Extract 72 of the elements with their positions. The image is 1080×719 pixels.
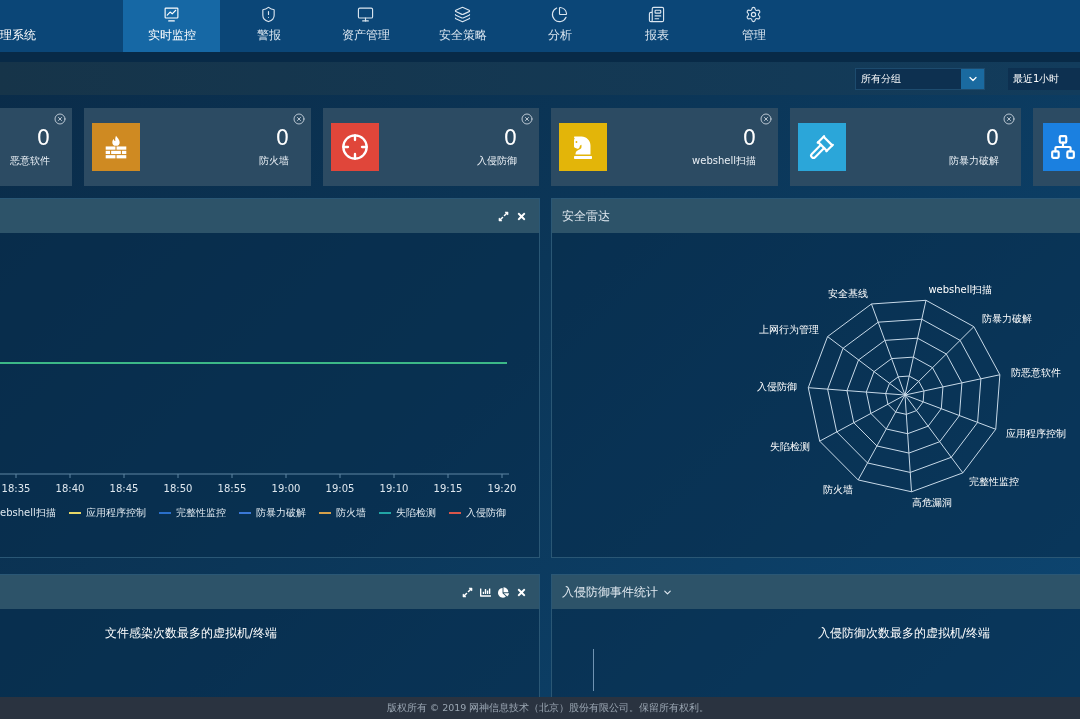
radar-axis-label: 上网行为管理 [758,324,819,336]
app-title: 理系统 [0,28,37,44]
nav-tab[interactable]: 资产管理 [317,0,414,52]
nav-tab[interactable]: 警报 [220,0,317,52]
close-icon[interactable] [1003,113,1015,125]
stat-value: 0 [742,127,756,149]
close-icon[interactable] [760,113,772,125]
line-chart-icon [163,6,180,23]
newspaper-icon [648,6,665,23]
radar-axis-label: 防恶意软件 [1010,366,1061,378]
stat-label: 防火墙 [259,155,289,167]
axis-tick-label: 18:55 [217,483,247,494]
time-range-select[interactable]: 最近1小时 [1008,67,1080,90]
group-select[interactable]: 所有分组 [855,67,985,90]
pie-chart-icon[interactable] [498,586,509,598]
nav-tab[interactable]: 管理 [705,0,802,52]
nav-tab[interactable]: 报表 [608,0,705,52]
nav-tab[interactable]: 实时监控 [123,0,220,52]
legend-label: 防火墙 [335,506,366,520]
axis-tick-label: 18:45 [109,483,139,494]
settings-icon [745,6,762,23]
close-icon[interactable] [54,113,66,125]
axis-tick-label: 19:05 [325,483,355,494]
radar-axis-label: 安全基线 [827,288,868,300]
legend-label: 完整性监控 [175,506,226,520]
stat-value: 0 [985,127,999,149]
monitor-icon [357,6,374,23]
radar-axis-label: 入侵防御 [757,381,798,393]
legend-label: 入侵防御 [465,506,506,520]
radar-axis-label: 高危漏洞 [912,497,953,509]
radar-axis-label: 完整性监控 [969,476,1020,488]
layers-icon [454,6,471,23]
expand-icon[interactable] [498,210,509,222]
axis-tick-label: 18:40 [55,483,85,494]
radar-axis-label: 防火墙 [822,484,853,496]
radar-axis-label: 失陷检测 [770,440,810,452]
stat-label: 恶意软件 [10,155,50,167]
y-axis-line [593,649,594,691]
shield-alert-icon [260,6,277,23]
copyright-text: 版权所有 © 2019 网神信息技术（北京）股份有限公司。保留所有权利。 [385,701,710,715]
axis-tick-label: 19:15 [433,483,463,494]
chart-title: 文件感染次数最多的虚拟机/终端 [105,626,278,640]
chart-title: 入侵防御次数最多的虚拟机/终端 [818,626,991,640]
radar-axis-label: webshell扫描 [928,284,993,296]
expand-icon[interactable] [462,586,473,598]
legend-label: 失陷检测 [395,506,436,520]
close-icon[interactable] [293,113,305,125]
stat-label: 入侵防御 [477,155,517,167]
nav-tab[interactable]: 分析 [511,0,608,52]
axis-tick-label: 19:20 [487,483,517,494]
panel-title-dropdown[interactable]: 入侵防御事件统计 [562,583,673,601]
close-icon[interactable] [516,586,527,598]
panel-title: 安全雷达 [562,207,610,225]
legend-label: 应用程序控制 [85,506,146,520]
stat-value: 0 [503,127,517,149]
axis-tick-label: 19:10 [379,483,409,494]
stat-value: 0 [275,127,289,149]
radar-axis-label: 应用程序控制 [1006,427,1067,439]
stat-value: 0 [36,127,50,149]
axis-tick-label: 18:50 [163,483,193,494]
stat-label: 防暴力破解 [949,155,999,167]
nav-tab[interactable]: 安全策略 [414,0,511,52]
close-icon[interactable] [516,210,527,222]
stat-label: webshell扫描 [692,155,756,167]
legend-label: 防暴力破解 [255,506,306,520]
radar-axis-label: 防暴力破解 [981,313,1032,325]
close-icon[interactable] [521,113,533,125]
pie-chart-icon [551,6,568,23]
legend-label: ebshell扫描 [0,506,56,520]
axis-tick-label: 19:00 [271,483,301,494]
axis-tick-label: 18:35 [1,483,31,494]
bar-chart-icon[interactable] [480,586,491,598]
